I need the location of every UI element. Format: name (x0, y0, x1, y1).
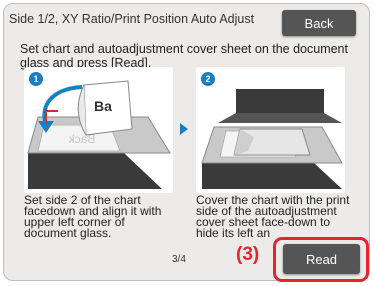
read-button[interactable]: Read (283, 244, 360, 274)
back-button[interactable]: Back (282, 10, 356, 36)
next-step-arrow-icon (180, 123, 188, 135)
sheet-text: Ba (94, 98, 112, 114)
scanner-placement-illustration: Back Ba (27, 80, 171, 189)
step-callout-label: (3) (236, 244, 260, 265)
step-1-number: 1 (29, 72, 43, 86)
step-1-caption: Set side 2 of the chart facedown and ali… (24, 193, 162, 240)
step-2-illustration: 2 (196, 67, 345, 193)
step-1-illustration: Back Ba 1 (24, 67, 173, 193)
cover-sheet-illustration (201, 89, 343, 189)
step-2-caption: Cover the chart with the print side of t… (196, 193, 350, 240)
instruction-text: Set chart and autoadjustment cover sheet… (20, 42, 348, 70)
dialog-title: Side 1/2, XY Ratio/Print Position Auto A… (9, 12, 255, 26)
step-2-number: 2 (201, 72, 215, 86)
page-indicator: 3/4 (172, 254, 186, 265)
